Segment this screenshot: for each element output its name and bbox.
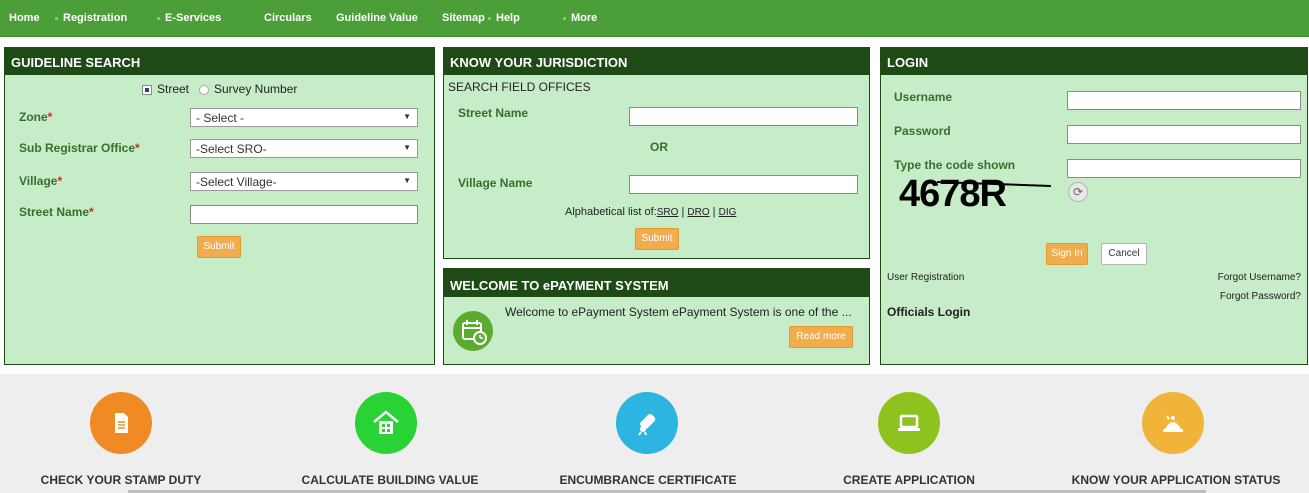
- nav-more[interactable]: More: [563, 12, 597, 24]
- sro-link[interactable]: SRO: [657, 207, 679, 218]
- guideline-search-title: GUIDELINE SEARCH: [5, 48, 434, 75]
- jurisdiction-submit-button[interactable]: Submit: [635, 228, 679, 250]
- jurisdiction-title: KNOW YOUR JURISDICTION: [444, 48, 869, 75]
- building-value-label[interactable]: CALCULATE BUILDING VALUE: [284, 473, 496, 487]
- captcha-code-label: Type the code shown: [894, 158, 1016, 172]
- chevron-down-icon: ▼: [403, 143, 411, 152]
- read-more-button[interactable]: Read more: [789, 326, 853, 348]
- nav-sitemap[interactable]: Sitemap: [442, 12, 485, 24]
- sign-in-button[interactable]: Sign In: [1046, 243, 1088, 265]
- officials-login-link[interactable]: Officials Login: [887, 305, 970, 319]
- sro-select[interactable]: -Select SRO- ▼: [190, 139, 418, 158]
- separator: |: [681, 206, 685, 218]
- epayment-panel: WELCOME TO ePAYMENT SYSTEM Welcome to eP…: [443, 268, 870, 365]
- survey-number-radio[interactable]: [199, 85, 209, 95]
- laptop-icon: [898, 414, 920, 431]
- dro-link[interactable]: DRO: [687, 207, 709, 218]
- stamp-duty-label[interactable]: CHECK YOUR STAMP DUTY: [30, 473, 212, 487]
- alphabetical-list: Alphabetical list of:SRO | DRO | DIG: [565, 206, 736, 218]
- application-status-label[interactable]: KNOW YOUR APPLICATION STATUS: [1052, 473, 1300, 487]
- street-radio-label: Street: [157, 82, 190, 96]
- separator: |: [712, 206, 716, 218]
- nav-home[interactable]: Home: [9, 12, 40, 24]
- search-field-offices-heading: SEARCH FIELD OFFICES: [448, 80, 591, 94]
- certificate-icon: [638, 414, 656, 436]
- epayment-text: Welcome to ePayment System ePayment Syst…: [505, 305, 852, 319]
- street-radio[interactable]: [142, 85, 152, 95]
- building-value-button[interactable]: [355, 392, 417, 454]
- login-title: LOGIN: [881, 48, 1307, 75]
- jurisdiction-village-label: Village Name: [458, 176, 533, 190]
- nav-circulars[interactable]: Circulars: [264, 12, 312, 24]
- jurisdiction-street-label: Street Name: [458, 106, 529, 120]
- street-name-input[interactable]: [190, 205, 418, 224]
- jurisdiction-panel: KNOW YOUR JURISDICTION SEARCH FIELD OFFI…: [443, 47, 870, 259]
- encumbrance-button[interactable]: [616, 392, 678, 454]
- chevron-down-icon: ▼: [403, 176, 411, 185]
- or-text: OR: [650, 140, 668, 154]
- password-input[interactable]: [1067, 125, 1301, 144]
- top-nav: Home Registration E-Services Circulars G…: [0, 0, 1309, 37]
- application-status-button[interactable]: [1142, 392, 1204, 454]
- calendar-icon: [453, 311, 493, 351]
- nav-registration[interactable]: Registration: [55, 12, 127, 24]
- dig-link[interactable]: DIG: [719, 207, 737, 218]
- sro-label: Sub Registrar Office*: [19, 141, 140, 155]
- street-name-label: Street Name*: [19, 205, 94, 219]
- forgot-password-link[interactable]: Forgot Password?: [1220, 291, 1301, 302]
- document-icon: [115, 413, 128, 433]
- survey-number-radio-label: Survey Number: [214, 82, 298, 96]
- forgot-username-link[interactable]: Forgot Username?: [1218, 272, 1301, 283]
- captcha-text: 4678R: [899, 173, 1007, 215]
- create-application-button[interactable]: [878, 392, 940, 454]
- username-input[interactable]: [1067, 91, 1301, 110]
- status-icon: [1163, 415, 1183, 432]
- building-icon: [373, 410, 399, 434]
- village-select[interactable]: -Select Village- ▼: [190, 172, 418, 191]
- nav-guideline-value[interactable]: Guideline Value: [336, 12, 418, 24]
- username-label: Username: [894, 90, 953, 104]
- nav-help[interactable]: Help: [488, 12, 520, 24]
- nav-e-services[interactable]: E-Services: [157, 12, 221, 24]
- chevron-down-icon: ▼: [403, 112, 411, 121]
- guideline-search-panel: GUIDELINE SEARCH Street Survey Number Zo…: [4, 47, 435, 365]
- zone-select[interactable]: - Select - ▼: [190, 108, 418, 127]
- jurisdiction-village-input[interactable]: [629, 175, 858, 194]
- password-label: Password: [894, 124, 951, 138]
- cancel-button[interactable]: Cancel: [1101, 243, 1147, 265]
- user-registration-link[interactable]: User Registration: [887, 272, 964, 283]
- captcha-input[interactable]: [1067, 159, 1301, 178]
- create-application-label[interactable]: CREATE APPLICATION: [834, 473, 984, 487]
- epayment-title: WELCOME TO ePAYMENT SYSTEM: [444, 269, 869, 297]
- refresh-icon[interactable]: ⟳: [1068, 182, 1088, 202]
- alphabetical-list-label: Alphabetical list of:: [565, 206, 657, 218]
- village-label: Village*: [19, 174, 63, 188]
- encumbrance-label[interactable]: ENCUMBRANCE CERTIFICATE: [545, 473, 751, 487]
- login-panel: LOGIN Username Password Type the code sh…: [880, 47, 1308, 365]
- captcha-image: 4678R: [897, 172, 1052, 216]
- jurisdiction-street-input[interactable]: [629, 107, 858, 126]
- zone-label: Zone*: [19, 110, 53, 124]
- guideline-submit-button[interactable]: Submit: [197, 236, 241, 258]
- stamp-duty-button[interactable]: [90, 392, 152, 454]
